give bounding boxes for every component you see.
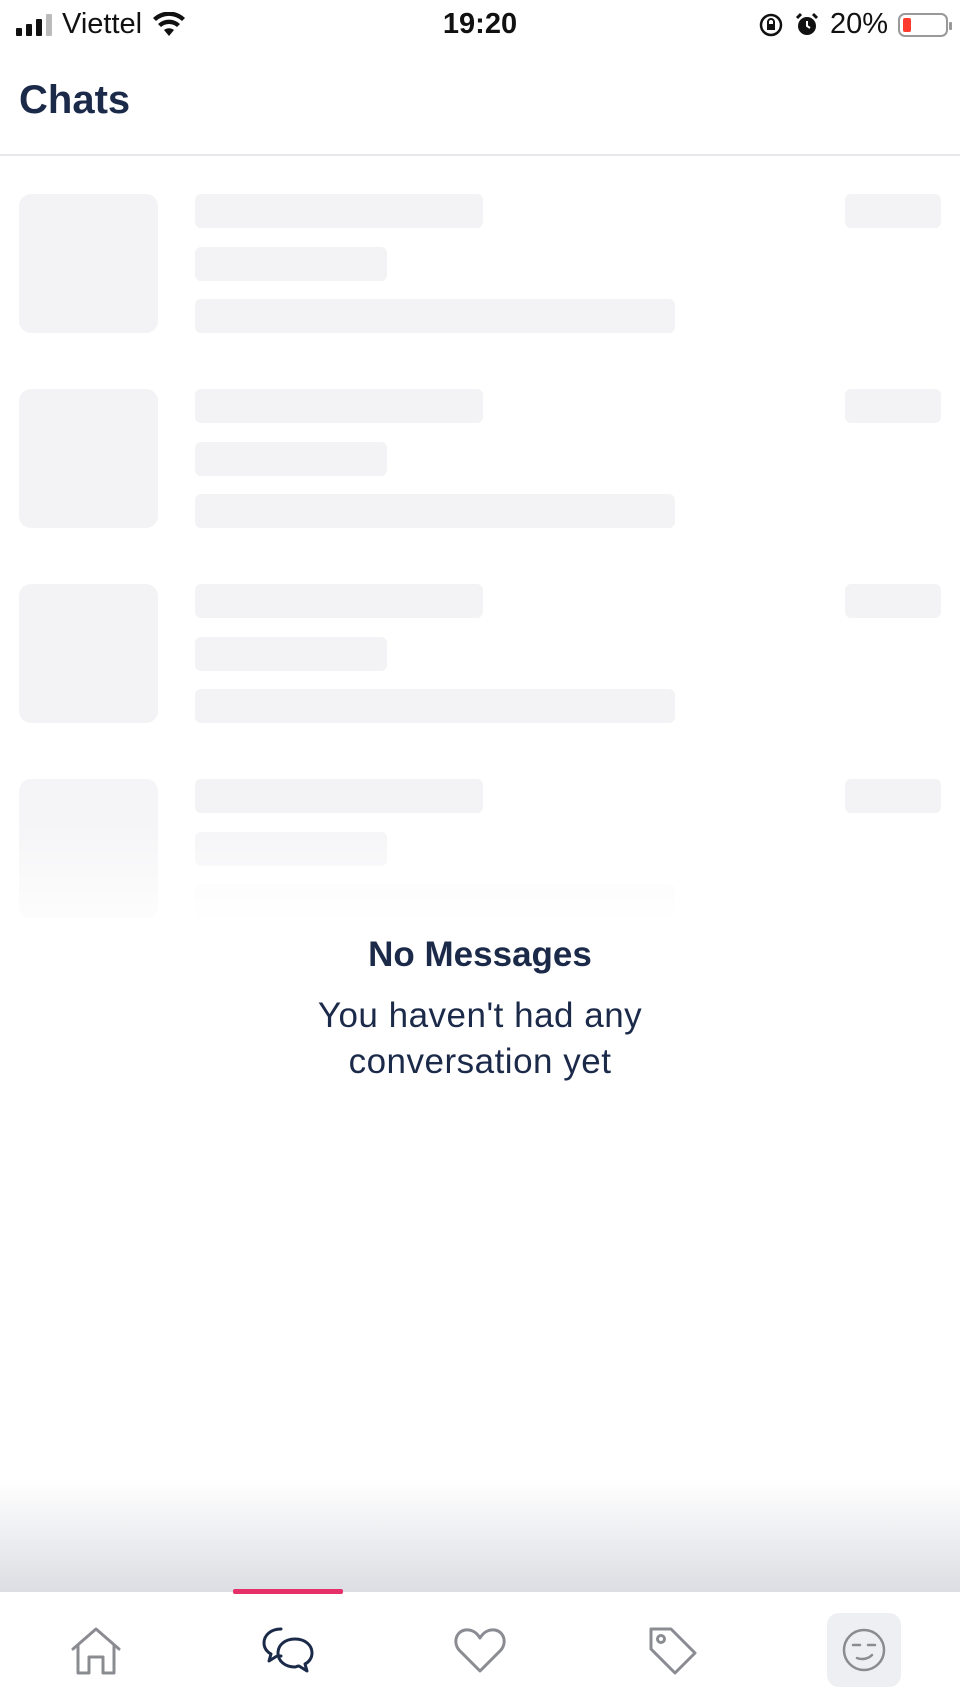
skeleton-line: [195, 832, 387, 866]
tab-bar: [0, 1589, 960, 1707]
tab-bar-shadow: [0, 1480, 960, 1592]
skeleton-line: [195, 779, 483, 813]
header: Chats: [0, 60, 960, 156]
skeleton-line: [195, 637, 387, 671]
skeleton-line: [195, 389, 483, 423]
skeleton-row: [0, 389, 960, 584]
skeleton-time: [845, 389, 941, 423]
skeleton-time: [845, 779, 941, 813]
skeleton-avatar: [19, 194, 158, 333]
empty-state-subtitle: You haven't had any conversation yet: [317, 996, 643, 1081]
alarm-icon: [795, 12, 819, 35]
skeleton-line: [195, 689, 675, 723]
wink-face-icon: [842, 1628, 886, 1671]
skeleton-time: [845, 194, 941, 228]
rotation-lock-icon: [759, 13, 783, 36]
chat-list-skeleton: [0, 194, 960, 974]
page-title: Chats: [19, 78, 131, 122]
skeleton-row: [0, 584, 960, 779]
tag-icon: [649, 1627, 697, 1674]
empty-state-title: No Messages: [368, 935, 592, 974]
tab-chats[interactable]: [192, 1592, 384, 1707]
battery-percent: 20%: [829, 8, 888, 40]
profile-tab-background: [827, 1612, 901, 1687]
battery-level: [903, 17, 911, 32]
battery-icon: [898, 12, 952, 37]
status-bar: Viettel 19:20 20%: [0, 0, 960, 50]
skeleton-time: [845, 584, 941, 618]
tab-favorites[interactable]: [384, 1592, 576, 1707]
tab-deals[interactable]: [576, 1592, 768, 1707]
skeleton-row: [0, 194, 960, 389]
skeleton-avatar: [19, 584, 158, 723]
skeleton-line: [195, 299, 675, 333]
empty-state: No Messages You haven't had any conversa…: [0, 935, 960, 1085]
heart-icon: [454, 1627, 506, 1672]
skeleton-line: [195, 884, 675, 918]
skeleton-line: [195, 494, 675, 528]
skeleton-avatar: [19, 779, 158, 918]
chat-bubbles-icon: [262, 1627, 314, 1672]
tab-profile[interactable]: [768, 1592, 960, 1707]
skeleton-line: [195, 247, 387, 281]
skeleton-avatar: [19, 389, 158, 528]
status-right: 20%: [758, 8, 952, 41]
tab-home[interactable]: [0, 1592, 192, 1707]
home-icon: [71, 1627, 121, 1674]
skeleton-line: [195, 194, 483, 228]
skeleton-line: [195, 442, 387, 476]
skeleton-line: [195, 584, 483, 618]
